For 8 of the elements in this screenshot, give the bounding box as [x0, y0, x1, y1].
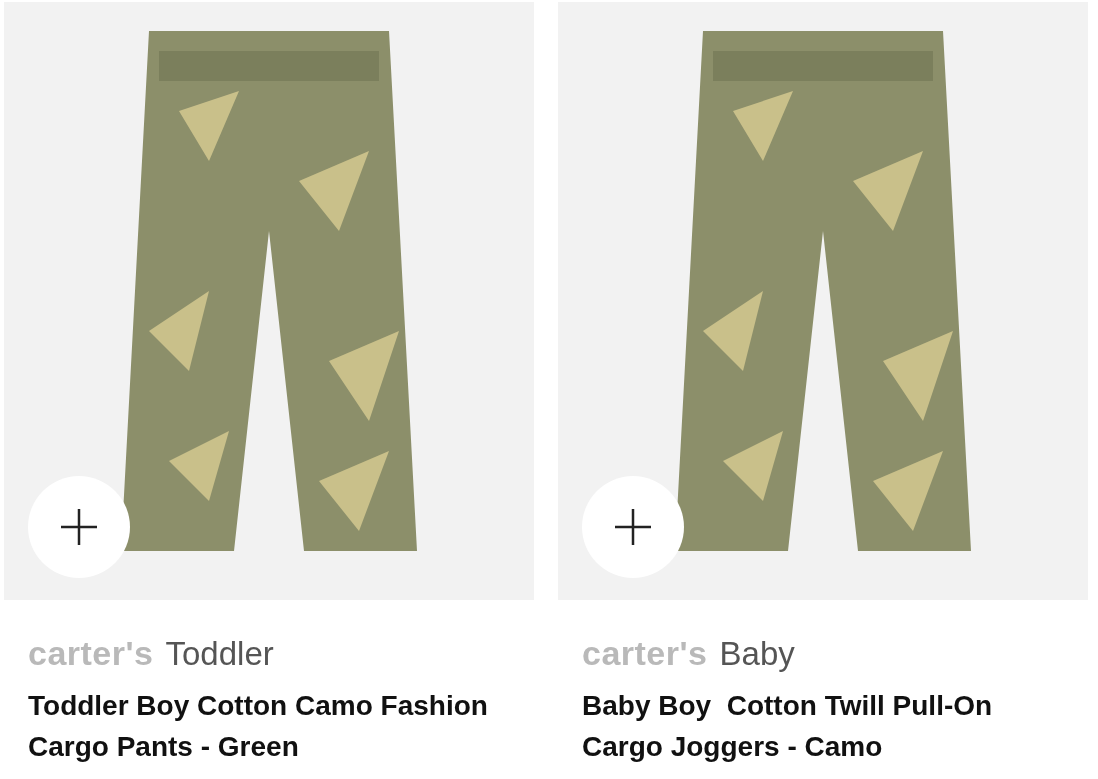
product-title[interactable]: Baby Boy Cotton Twill Pull-On Cargo Joggers - Camo	[582, 685, 1072, 767]
product-category: Baby	[719, 635, 795, 673]
product-title[interactable]: Toddler Boy Cotton Camo Fashion Cargo Pants - Green	[28, 685, 518, 767]
product-category: Toddler	[165, 635, 274, 673]
brand-logo: carter's	[582, 634, 708, 673]
plus-icon	[61, 509, 97, 545]
brand-logo: carter's	[28, 634, 154, 673]
plus-icon	[615, 509, 651, 545]
